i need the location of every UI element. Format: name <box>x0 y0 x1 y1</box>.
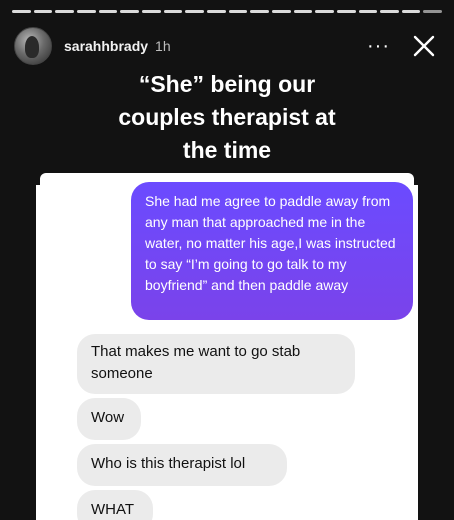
progress-segment <box>250 10 269 13</box>
caption-line: couples therapist at <box>118 104 336 130</box>
progress-segment <box>228 10 248 13</box>
progress-segment <box>163 10 183 13</box>
incoming-message-bubble: Wow <box>77 398 141 440</box>
caption-line: “She” being our <box>138 71 316 97</box>
story-caption: “She” being our couples therapist at the… <box>0 68 454 167</box>
instagram-story[interactable]: sarahhbrady 1h ··· “She” being our coupl… <box>0 0 454 520</box>
progress-segment <box>12 10 31 13</box>
progress-segment <box>358 10 378 13</box>
progress-segment <box>380 10 399 13</box>
progress-segment <box>185 10 204 13</box>
progress-segment <box>33 10 53 13</box>
story-header: sarahhbrady 1h ··· <box>14 26 440 66</box>
progress-segment <box>293 10 313 13</box>
profile-avatar-icon[interactable] <box>14 27 52 65</box>
more-options-icon[interactable]: ··· <box>367 36 390 56</box>
incoming-message-bubble: Who is this therapist lol <box>77 444 287 486</box>
caption-line: the time <box>182 137 272 163</box>
progress-segment <box>423 10 443 13</box>
progress-segment <box>336 10 356 13</box>
progress-segment <box>401 10 421 13</box>
progress-segment <box>271 10 291 13</box>
progress-segment <box>206 10 226 13</box>
post-time: 1h <box>155 38 171 54</box>
incoming-message-bubble: That makes me want to go stab someone <box>77 334 355 394</box>
progress-segment <box>98 10 118 13</box>
outgoing-message-bubble: She had me agree to paddle away from any… <box>131 182 413 320</box>
progress-segment <box>141 10 161 13</box>
story-progress-bar <box>12 10 443 13</box>
incoming-message-bubble: WHAT <box>77 490 153 520</box>
progress-segment <box>76 10 96 13</box>
username[interactable]: sarahhbrady <box>64 38 148 54</box>
progress-segment <box>55 10 74 13</box>
close-icon[interactable] <box>412 34 436 58</box>
progress-segment <box>315 10 334 13</box>
progress-segment <box>120 10 139 13</box>
